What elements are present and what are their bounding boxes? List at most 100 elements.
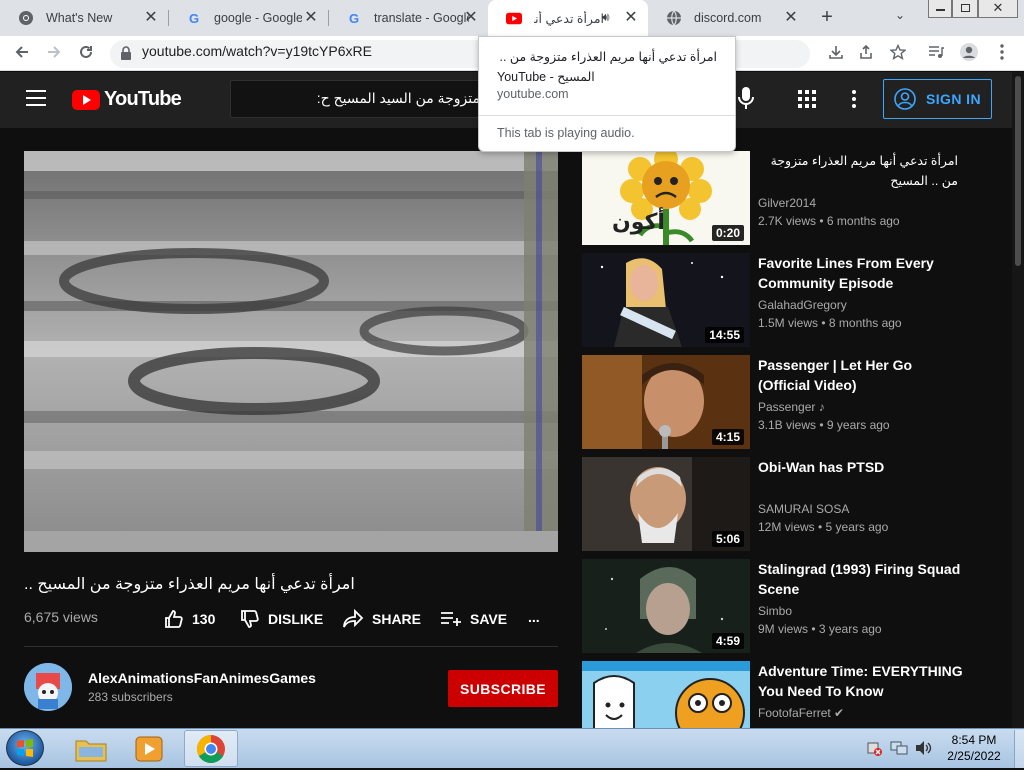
clock-date: 2/25/2022 <box>947 749 1001 763</box>
network-icon[interactable] <box>890 740 908 761</box>
video-duration: 4:59 <box>711 633 744 649</box>
lock-icon[interactable] <box>120 46 132 65</box>
video-player[interactable] <box>24 151 558 552</box>
profile-avatar-icon[interactable] <box>955 38 983 66</box>
apps-grid-icon[interactable] <box>798 90 816 113</box>
reload-icon[interactable] <box>72 38 100 66</box>
recommendation-item[interactable]: 14:55 Favorite Lines From Every Communit… <box>582 253 1002 349</box>
tab-title: translate - Google Search <box>374 11 469 25</box>
recommendation-item[interactable]: Adventure Time: EVERYTHING You Need To K… <box>582 661 1002 728</box>
thumbnail-text: أكون <box>612 209 665 234</box>
recommendation-channel[interactable]: GalahadGregory <box>758 298 847 312</box>
recommendation-title[interactable]: Stalingrad (1993) Firing Squad Scene <box>758 559 963 599</box>
tab-search-chevron-icon[interactable]: ⌄ <box>895 8 905 22</box>
network-alert-icon[interactable] <box>866 740 882 761</box>
recommendation-meta: 9M views • 3 years ago <box>758 622 882 636</box>
close-tab-icon[interactable]: ✕ <box>302 9 320 27</box>
video-duration: 0:20 <box>711 225 744 241</box>
search-query[interactable]: متزوجة من السيد المسيح ح: <box>250 90 480 107</box>
subscribe-button[interactable]: SUBSCRIBE <box>448 670 558 707</box>
tab-translate-search[interactable]: G translate - Google Search ✕ <box>328 0 488 36</box>
back-arrow-icon[interactable] <box>8 38 36 66</box>
tab-whats-new[interactable]: What's New ✕ <box>0 0 168 36</box>
hamburger-menu-icon[interactable] <box>26 90 46 111</box>
close-tab-icon[interactable]: ✕ <box>142 9 160 27</box>
thumbs-up-icon <box>165 610 183 628</box>
tab-google-search[interactable]: G google - Google Search ✕ <box>168 0 328 36</box>
video-thumbnail[interactable]: 5:06 <box>582 457 750 551</box>
recommendation-channel[interactable]: SAMURAI SOSA <box>758 502 849 516</box>
microphone-icon[interactable] <box>738 86 754 115</box>
recommendation-title[interactable]: Adventure Time: EVERYTHING You Need To K… <box>758 661 963 701</box>
google-icon: G <box>348 10 360 26</box>
recommendation-title[interactable]: Favorite Lines From Every Community Epis… <box>758 253 963 293</box>
save-label: SAVE <box>470 611 508 627</box>
show-desktop-button[interactable] <box>1014 730 1024 768</box>
like-button[interactable]: 130 <box>164 608 215 630</box>
forward-arrow-icon[interactable] <box>40 38 68 66</box>
recommendation-title[interactable]: Obi-Wan has PTSD <box>758 457 963 477</box>
recommendation-item[interactable]: أكون 0:20 امرأة تدعي أنها مريم العذراء م… <box>582 151 1002 247</box>
volume-icon[interactable] <box>914 740 932 761</box>
install-app-icon[interactable] <box>822 38 850 66</box>
save-button[interactable]: SAVE <box>440 608 507 630</box>
divider <box>24 646 558 647</box>
sign-in-button[interactable]: SIGN IN <box>883 79 992 119</box>
folder-icon <box>75 740 107 761</box>
taskbar-explorer[interactable] <box>64 730 118 767</box>
recommendation-channel[interactable]: FootofaFerret ✔ <box>758 706 844 720</box>
media-control-icon[interactable] <box>922 38 950 66</box>
recommendation-item[interactable]: 4:15 Passenger | Let Her Go (Official Vi… <box>582 355 1002 451</box>
hover-card-divider <box>479 115 735 116</box>
video-duration: 5:06 <box>711 531 744 547</box>
hover-card-domain: youtube.com <box>497 87 569 101</box>
recommendation-item[interactable]: 4:59 Stalingrad (1993) Firing Squad Scen… <box>582 559 1002 655</box>
settings-dots-icon[interactable] <box>852 90 856 113</box>
recommendation-title[interactable]: Passenger | Let Her Go (Official Video) <box>758 355 963 395</box>
taskbar-chrome[interactable] <box>184 730 238 767</box>
recommendation-channel[interactable]: Gilver2014 <box>758 196 816 210</box>
recommendation-item[interactable]: 5:06 Obi-Wan has PTSD SAMURAI SOSA 12M v… <box>582 457 1002 553</box>
browser-menu-icon[interactable] <box>988 38 1016 66</box>
taskbar-media-player[interactable] <box>122 730 176 767</box>
share-icon[interactable] <box>852 38 880 66</box>
video-thumbnail[interactable] <box>582 661 750 728</box>
globe-icon <box>666 10 682 26</box>
scrollbar-thumb[interactable] <box>1015 76 1021 266</box>
more-actions-button[interactable]: ... <box>528 606 540 628</box>
recommendation-title[interactable]: امرأة تدعي أنها مريم العذراء متزوجة من .… <box>758 151 958 191</box>
close-tab-icon[interactable]: ✕ <box>622 9 640 27</box>
youtube-logo-icon <box>72 89 100 110</box>
adventure-time-thumbnail <box>582 661 750 728</box>
tab-discord[interactable]: discord.com ✕ <box>648 0 808 36</box>
recommendation-channel[interactable]: Simbo <box>758 604 792 618</box>
dislike-button[interactable]: DISLIKE <box>240 608 323 630</box>
close-window-button[interactable]: ✕ <box>978 0 1018 18</box>
channel-avatar[interactable] <box>24 663 72 711</box>
tab-youtube-active[interactable]: امرأة تدعي أنها .. 🔊︎ ✕ <box>488 0 648 36</box>
system-clock[interactable]: 8:54 PM 2/25/2022 <box>938 732 1010 764</box>
close-tab-icon[interactable]: ✕ <box>462 9 480 27</box>
new-tab-button[interactable]: + <box>814 6 840 30</box>
view-count: 6,675 views <box>24 609 98 625</box>
restore-button[interactable] <box>952 0 978 18</box>
recommendation-meta: 3.1B views • 9 years ago <box>758 418 890 432</box>
url-text[interactable]: youtube.com/watch?v=y19tcYP6xRE <box>142 43 372 59</box>
recommendation-channel[interactable]: Passenger ♪ <box>758 400 825 414</box>
start-button[interactable] <box>6 730 44 766</box>
video-thumbnail[interactable]: أكون 0:20 <box>582 151 750 245</box>
dislike-label: DISLIKE <box>268 611 324 627</box>
video-thumbnail[interactable]: 4:15 <box>582 355 750 449</box>
sign-in-label: SIGN IN <box>926 91 981 107</box>
bookmark-star-icon[interactable] <box>884 38 912 66</box>
speaker-icon[interactable]: 🔊︎ <box>602 10 610 25</box>
video-thumbnail[interactable]: 14:55 <box>582 253 750 347</box>
youtube-logo[interactable]: YouTube <box>72 88 182 111</box>
video-thumbnail[interactable]: 4:59 <box>582 559 750 653</box>
share-button[interactable]: SHARE <box>342 608 421 630</box>
channel-name[interactable]: AlexAnimationsFanAnimesGames <box>88 670 316 686</box>
close-tab-icon[interactable]: ✕ <box>782 9 800 27</box>
minimize-button[interactable] <box>928 0 952 18</box>
hover-card-audio-status: This tab is playing audio. <box>497 126 635 140</box>
thumbs-down-icon <box>241 610 259 628</box>
